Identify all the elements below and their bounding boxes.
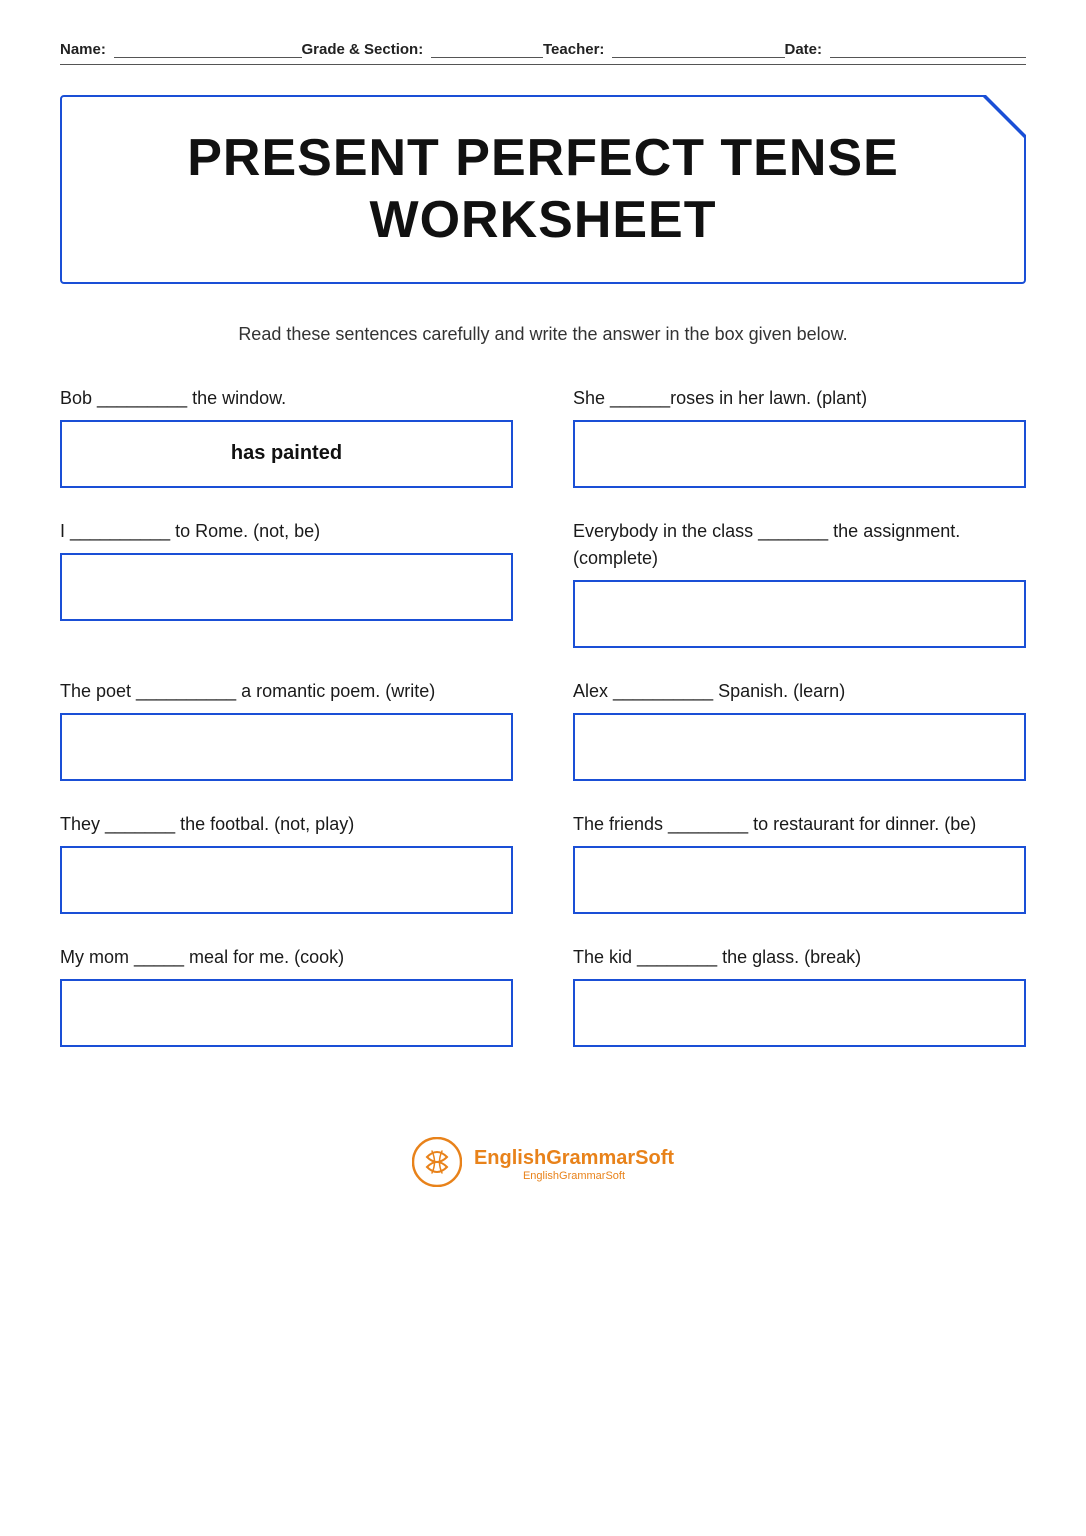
date-field: Date: [785, 40, 1027, 58]
prompt-q9: My mom _____ meal for me. (cook) [60, 944, 513, 971]
name-label: Name: [60, 41, 106, 58]
date-underline [830, 40, 1026, 58]
grade-field: Grade & Section: [302, 40, 544, 58]
exercise-q9: My mom _____ meal for me. (cook) [60, 944, 513, 1047]
logo-icon [412, 1137, 462, 1187]
grade-underline [431, 40, 543, 58]
answer-box-q4[interactable] [573, 580, 1026, 648]
exercise-q1: Bob _________ the window. has painted [60, 385, 513, 488]
name-underline [114, 40, 302, 58]
logo-text-block: EnglishGrammarSoft EnglishGrammarSoft [474, 1147, 674, 1182]
answer-box-q2[interactable] [573, 420, 1026, 488]
logo-sub-text: EnglishGrammarSoft [474, 1170, 674, 1182]
teacher-underline [612, 40, 784, 58]
worksheet-title: PRESENT PERFECT TENSE WORKSHEET [102, 127, 984, 252]
prompt-q7: They _______ the footbal. (not, play) [60, 811, 513, 838]
answer-box-q6[interactable] [573, 713, 1026, 781]
answer-box-q1[interactable]: has painted [60, 420, 513, 488]
teacher-label: Teacher: [543, 41, 604, 58]
exercise-q5: The poet __________ a romantic poem. (wr… [60, 678, 513, 781]
teacher-field: Teacher: [543, 40, 785, 58]
date-label: Date: [785, 41, 823, 58]
prompt-q2: She ______roses in her lawn. (plant) [573, 385, 1026, 412]
prompt-q1: Bob _________ the window. [60, 385, 513, 412]
instruction-text: Read these sentences carefully and write… [60, 324, 1026, 345]
answer-box-q5[interactable] [60, 713, 513, 781]
prompt-q8: The friends ________ to restaurant for d… [573, 811, 1026, 838]
grade-label: Grade & Section: [302, 41, 424, 58]
answer-box-q8[interactable] [573, 846, 1026, 914]
header-fields: Name: Grade & Section: Teacher: Date: [60, 40, 1026, 65]
exercise-q10: The kid ________ the glass. (break) [573, 944, 1026, 1047]
logo-main-text: EnglishGrammarSoft [474, 1147, 674, 1170]
exercise-q4: Everybody in the class _______ the assig… [573, 518, 1026, 648]
prompt-q5: The poet __________ a romantic poem. (wr… [60, 678, 513, 705]
footer: EnglishGrammarSoft EnglishGrammarSoft [60, 1137, 1026, 1192]
exercises-grid: Bob _________ the window. has painted Sh… [60, 385, 1026, 1077]
prompt-q3: I __________ to Rome. (not, be) [60, 518, 513, 545]
exercise-q3: I __________ to Rome. (not, be) [60, 518, 513, 648]
logo-container [412, 1137, 462, 1192]
exercise-q8: The friends ________ to restaurant for d… [573, 811, 1026, 914]
answer-box-q7[interactable] [60, 846, 513, 914]
prompt-q10: The kid ________ the glass. (break) [573, 944, 1026, 971]
exercise-q6: Alex __________ Spanish. (learn) [573, 678, 1026, 781]
title-box: PRESENT PERFECT TENSE WORKSHEET [60, 95, 1026, 284]
answer-box-q10[interactable] [573, 979, 1026, 1047]
name-field: Name: [60, 40, 302, 58]
answer-box-q3[interactable] [60, 553, 513, 621]
exercise-q2: She ______roses in her lawn. (plant) [573, 385, 1026, 488]
exercise-q7: They _______ the footbal. (not, play) [60, 811, 513, 914]
answer-box-q9[interactable] [60, 979, 513, 1047]
prompt-q6: Alex __________ Spanish. (learn) [573, 678, 1026, 705]
prompt-q4: Everybody in the class _______ the assig… [573, 518, 1026, 572]
